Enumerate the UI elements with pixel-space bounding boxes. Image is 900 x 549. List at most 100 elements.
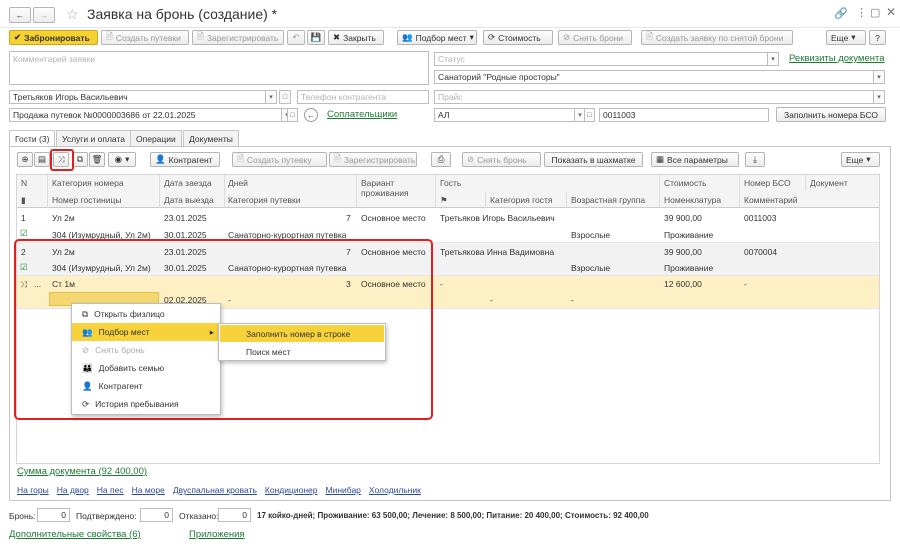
sanatorium-dropdown[interactable]: ▾ [874,70,885,84]
contractor-button[interactable]: 👤 Контрагент [150,152,220,167]
create-voucher-button[interactable]: 🗎 Создать путевку [232,152,327,167]
menu-cancel-booking[interactable]: ⊘ Снять бронь [72,341,222,359]
row1-check-icon: ☑ [20,228,28,238]
create-from-cancelled-button[interactable]: 🗎 Создать заявку по снятой брони [641,30,793,45]
favorite-star-icon[interactable]: ☆ [66,6,79,23]
binoculars-button[interactable]: ◉ ▾ [108,152,136,167]
tab-services[interactable]: Услуги и оплата [56,130,131,146]
tab-documents[interactable]: Документы [183,130,239,146]
move-button[interactable]: ▤ [34,152,50,167]
row1-variant: Основное место [361,213,426,223]
menu-pick-places-label: Подбор мест [98,327,150,337]
close-button[interactable]: ✖ Закрыть [328,30,384,45]
payers-link[interactable]: Соплательщики [327,109,397,120]
link-icon[interactable]: 🔗 [834,7,848,20]
requisites-link[interactable]: Реквизиты документа [789,53,885,64]
fill-bso-button[interactable]: Заполнить номера БСО [776,107,886,122]
tab-services-label: Услуги и оплата [62,133,125,144]
code-al-open-button[interactable]: □ [584,108,595,122]
row2-bso: 0070004 [744,247,778,257]
grid-cancel-booking-button[interactable]: ⊘ Снять бронь [462,152,541,167]
undo-icon: ↶ [292,32,300,42]
pick-places-button[interactable]: 👥 Подбор мест ▾ [397,30,477,45]
client-dropdown[interactable]: ▾ [266,90,277,104]
grid-more-button[interactable]: Еще ▾ [841,152,880,167]
person-card-icon: 👤 [155,154,166,164]
cost-button[interactable]: ⟳ Стоимость [483,30,553,45]
register-button[interactable]: 🗎 Зарегистрировать [192,30,284,45]
tag-link[interactable]: Минибар [326,485,361,495]
add-row-button[interactable]: ⊕ [17,152,33,167]
code-num-field[interactable]: 0011003 [599,108,769,122]
book-button[interactable]: ✔ Забронировать [9,30,98,45]
menu-add-family[interactable]: 👪 Добавить семью [72,359,222,377]
cancel-bookings-label: Снять брони [573,32,624,43]
col-sep [485,192,486,208]
delete-button[interactable]: 🗑 [89,152,105,167]
row2-cost: 39 900,00 [664,247,702,257]
comment-placeholder: Комментарий заявки [13,54,96,64]
cancel-bookings-button[interactable]: ⊘ Снять брони [558,30,632,45]
print-button[interactable]: ⎙ [431,152,451,167]
sale-field[interactable]: Продажа путевок №0000003686 от 22.01.202… [9,108,282,122]
client-open-button[interactable]: □ [279,90,291,104]
tab-guests[interactable]: Гости (3) [9,130,56,147]
maximize-icon[interactable]: ▢ [870,6,880,19]
tag-link[interactable]: Двуспальная кровать [173,485,257,495]
close-doc-icon: ✖ [333,32,341,42]
submenu-fill-room[interactable]: Заполнить номер в строке [220,325,384,342]
download-button[interactable]: ⤓ [745,152,765,167]
save-button[interactable]: 💾 [307,30,325,45]
grid-register-label: Зарегистрировать [343,154,416,165]
more-vert-icon[interactable]: ⋮ [856,6,867,19]
refused-value-text: 0 [242,510,247,520]
row1-nomenclature: Проживание [664,230,714,240]
create-vouchers-button[interactable]: 🗎 Создать путевки [101,30,189,45]
price-dropdown[interactable]: ▾ [874,90,885,104]
sanatorium-field[interactable]: Санаторий "Родные просторы" [434,70,874,84]
menu-stay-history[interactable]: ⟳ История пребывания [72,395,222,413]
tag-link[interactable]: На горы [17,485,49,495]
code-al-field[interactable]: АЛ [434,108,575,122]
window-title: Заявка на бронь (создание) * [87,6,278,22]
submenu-search-places[interactable]: Поиск мест [220,343,384,360]
flag-icon: ⚑ [440,195,448,205]
tag-link[interactable]: Кондиционер [265,485,318,495]
grid-register-button[interactable]: 🗎 Зарегистрировать [329,152,417,167]
attachments-link[interactable]: Приложения [189,529,245,540]
menu-pick-places[interactable]: 👥 Подбор мест ▸ [72,323,222,341]
more-button[interactable]: Еще ▾ [826,30,866,45]
price-field[interactable]: Прайс [434,90,874,104]
menu-open-person[interactable]: ⧉ Открыть физлицо [72,305,222,323]
help-button[interactable]: ? [869,30,886,45]
tag-link[interactable]: На двор [57,485,89,495]
tag-link[interactable]: На пес [97,485,124,495]
col-sep [47,175,48,208]
client-field[interactable]: Третьяков Игорь Васильевич [9,90,266,104]
show-chess-button[interactable]: Показать в шахматке [544,152,643,167]
status-field[interactable]: Статус [434,52,768,66]
forward-button[interactable]: → [33,7,55,23]
tab-operations[interactable]: Операции [130,130,182,146]
undo-button[interactable]: ↶ [287,30,305,45]
extra-properties-link[interactable]: Дополнительные свойства (6) [9,529,141,540]
bron-value[interactable]: 0 [37,508,70,522]
all-params-button[interactable]: ▦ Все параметры [651,152,739,167]
close-icon[interactable]: ✕ [886,5,896,19]
menu-contractor[interactable]: 👤 Контрагент [72,377,222,395]
tag-link[interactable]: Холодильник [369,485,421,495]
confirmed-value[interactable]: 0 [140,508,173,522]
back-button[interactable]: ← [9,7,31,23]
refresh-icon: ⟳ [488,32,496,42]
row2-guest: Третьякова Инна Вадимовна [440,247,555,257]
tag-link[interactable]: На море [132,485,165,495]
document-sum-link[interactable]: Сумма документа (92 400,00) [17,466,147,477]
refused-value[interactable]: 0 [218,508,251,522]
phone-field[interactable]: Телефон контрагента [297,90,429,104]
document-icon: 🗎 [197,30,204,41]
sale-open-button[interactable]: □ [287,108,298,122]
copy-button[interactable]: ⧉ [72,152,88,167]
payers-arrow-icon[interactable]: ← [304,108,318,122]
comment-field[interactable]: Комментарий заявки [9,51,429,85]
status-dropdown[interactable]: ▾ [768,52,779,66]
